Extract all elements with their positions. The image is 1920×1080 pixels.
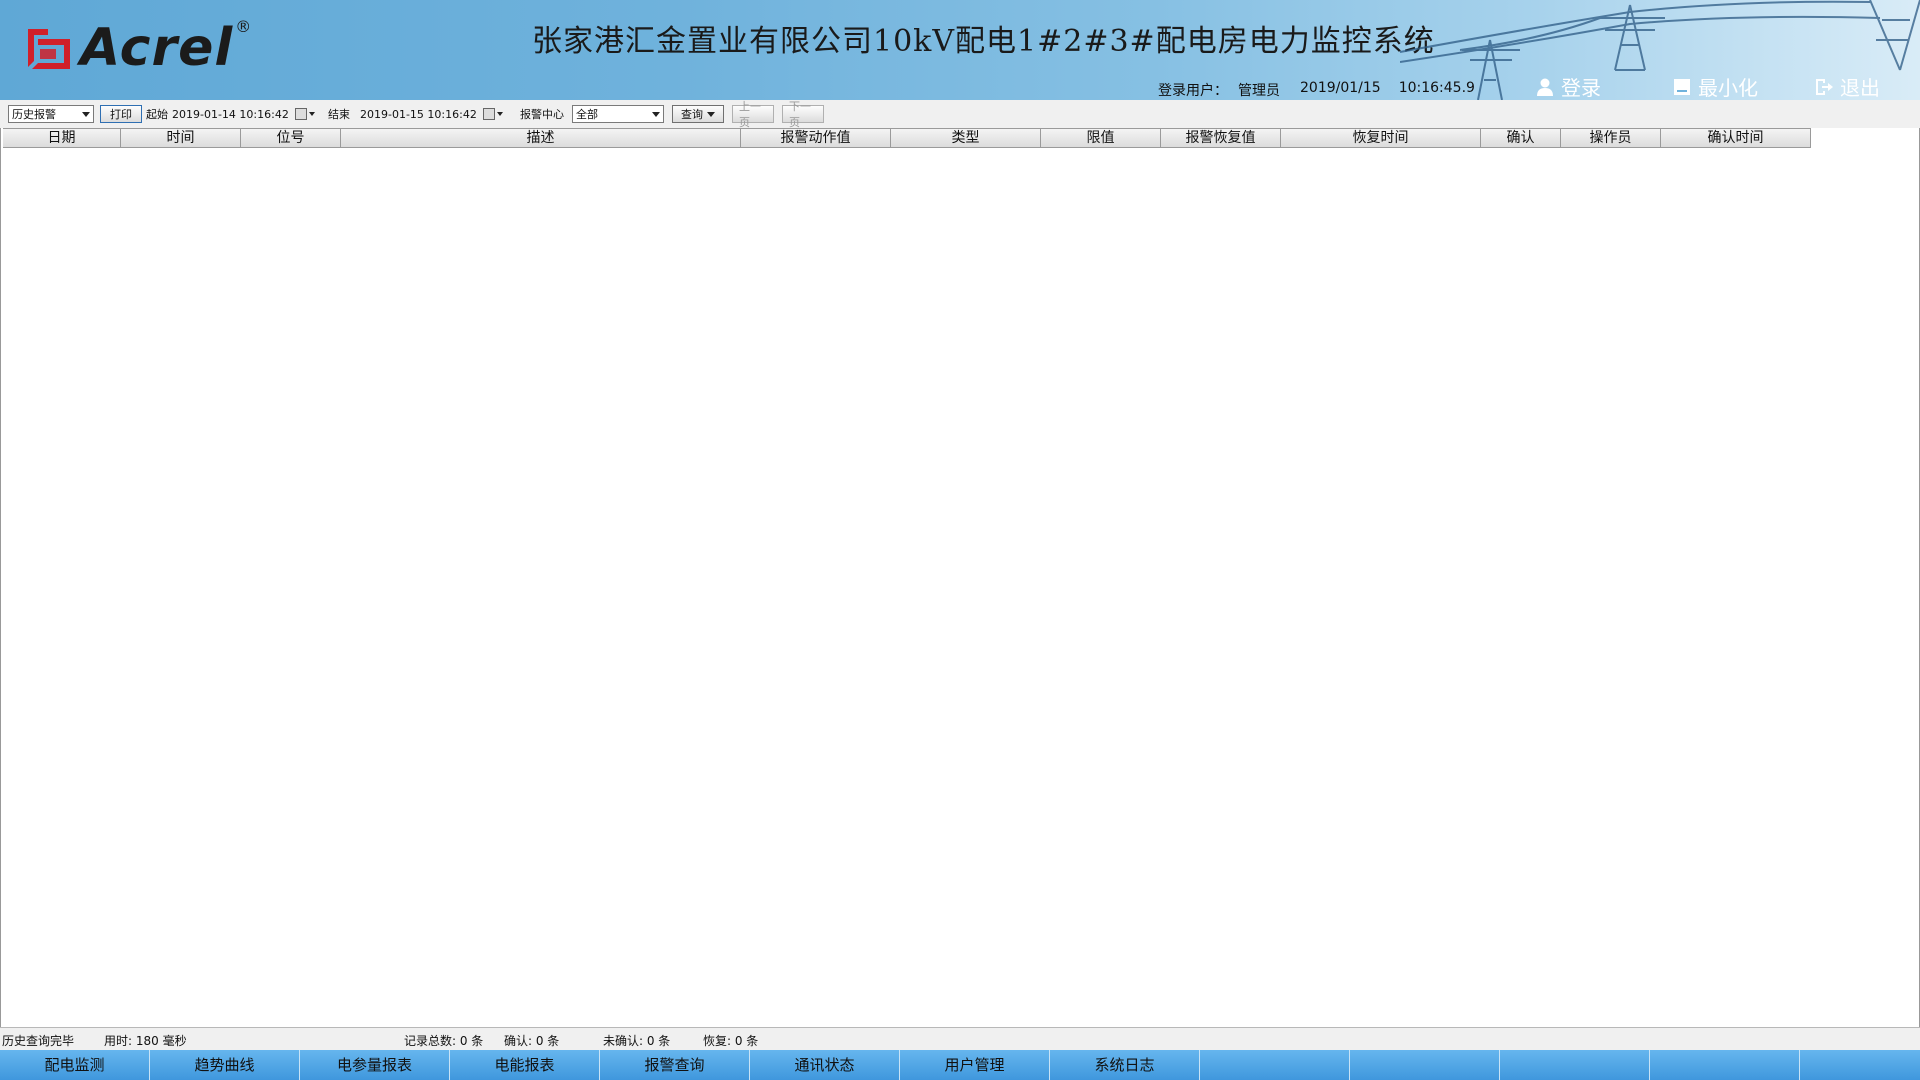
chevron-down-icon [82, 111, 90, 117]
minimize-label: 最小化 [1698, 76, 1758, 100]
nav-item-empty[interactable] [1650, 1050, 1800, 1080]
end-label: 结束 [328, 108, 350, 121]
user-label: 登录用户： [1158, 83, 1228, 99]
column-header-description[interactable]: 描述 [341, 128, 741, 148]
column-header-limit[interactable]: 限值 [1041, 128, 1161, 148]
column-header-operator[interactable]: 操作员 [1561, 128, 1661, 148]
user-name: 管理员 [1238, 83, 1280, 99]
chevron-down-icon[interactable] [707, 111, 715, 117]
nav-item-comm-status[interactable]: 通讯状态 [750, 1050, 900, 1080]
status-total: 记录总数: 0 条 [404, 1034, 484, 1048]
table-header: 日期 时间 位号 描述 报警动作值 类型 限值 报警恢复值 恢复时间 确认 操作… [3, 128, 1811, 148]
query-label: 查询 [681, 108, 703, 121]
exit-button[interactable]: 退出 [1814, 72, 1880, 100]
status-message: 历史查询完毕 [2, 1034, 75, 1048]
column-header-recovery-time[interactable]: 恢复时间 [1281, 128, 1481, 148]
login-label: 登录 [1561, 76, 1601, 100]
nav-item-empty[interactable] [1800, 1050, 1830, 1080]
nav-item-alarm-query[interactable]: 报警查询 [600, 1050, 750, 1080]
alarm-center-label: 报警中心 [520, 108, 564, 121]
login-button[interactable]: 登录 [1535, 72, 1601, 100]
status-recovered: 恢复: 0 条 [703, 1034, 759, 1048]
column-header-confirm[interactable]: 确认 [1481, 128, 1561, 148]
acrel-logo: Acrel ® [26, 16, 252, 78]
minimize-button[interactable]: 最小化 [1672, 72, 1758, 100]
mode-select[interactable]: 历史报警 [8, 105, 94, 123]
nav-item-user-management[interactable]: 用户管理 [900, 1050, 1050, 1080]
nav-item-system-log[interactable]: 系统日志 [1050, 1050, 1200, 1080]
user-icon [1537, 78, 1553, 96]
current-date: 2019/01/15 [1300, 80, 1381, 96]
acrel-logo-icon [26, 25, 74, 71]
alarm-table[interactable]: 日期 时间 位号 描述 报警动作值 类型 限值 报警恢复值 恢复时间 确认 操作… [0, 128, 1920, 1027]
prev-page-button[interactable]: 上一页 [732, 100, 774, 129]
query-toolbar: 历史报警 打印 起始 2019-01-14 10:16:42 结束 2019-0… [0, 100, 1920, 129]
calendar-icon[interactable] [294, 108, 307, 120]
logo-text: Acrel [80, 18, 234, 78]
print-button[interactable]: 打印 [100, 105, 142, 123]
end-datetime-field[interactable]: 2019-01-15 10:16:42 [360, 105, 512, 123]
status-confirmed: 确认: 0 条 [504, 1034, 560, 1048]
status-unconfirmed: 未确认: 0 条 [603, 1034, 671, 1048]
alarm-center-value: 全部 [576, 108, 598, 121]
status-elapsed: 用时: 180 毫秒 [104, 1034, 187, 1048]
nav-item-empty[interactable] [1200, 1050, 1350, 1080]
exit-icon [1816, 78, 1833, 95]
bottom-nav: 配电监测 趋势曲线 电参量报表 电能报表 报警查询 通讯状态 用户管理 系统日志 [0, 1050, 1920, 1080]
exit-label: 退出 [1840, 76, 1880, 100]
column-header-confirm-time[interactable]: 确认时间 [1661, 128, 1811, 148]
chevron-down-icon [496, 112, 503, 116]
start-label: 起始 [146, 108, 168, 121]
nav-item-empty[interactable] [1500, 1050, 1650, 1080]
alarm-center-select[interactable]: 全部 [572, 105, 664, 123]
mode-select-value: 历史报警 [12, 108, 56, 121]
column-header-date[interactable]: 日期 [3, 128, 121, 148]
calendar-icon[interactable] [482, 108, 495, 120]
end-datetime-value: 2019-01-15 10:16:42 [360, 107, 477, 121]
nav-item-power-monitoring[interactable]: 配电监测 [0, 1050, 150, 1080]
column-header-type[interactable]: 类型 [891, 128, 1041, 148]
page-title: 张家港汇金置业有限公司10kV配电1#2#3#配电房电力监控系统 [532, 24, 1435, 59]
registered-mark: ® [235, 16, 252, 36]
nav-item-empty[interactable] [1350, 1050, 1500, 1080]
user-info: 登录用户： 管理员 2019/01/15 10:16:45.9 [1158, 80, 1475, 100]
query-button[interactable]: 查询 [672, 105, 724, 123]
minimize-icon [1674, 78, 1690, 95]
app-header: Acrel ® 张家港汇金置业有限公司10kV配电1#2#3#配电房电力监控系统… [0, 0, 1920, 100]
current-time: 10:16:45.9 [1398, 80, 1475, 96]
nav-item-energy-report[interactable]: 电能报表 [450, 1050, 600, 1080]
nav-item-parameter-report[interactable]: 电参量报表 [300, 1050, 450, 1080]
column-header-time[interactable]: 时间 [121, 128, 241, 148]
start-datetime-field[interactable]: 2019-01-14 10:16:42 [172, 105, 320, 123]
next-page-button[interactable]: 下一页 [782, 100, 824, 129]
status-bar: 历史查询完毕 用时: 180 毫秒 记录总数: 0 条 确认: 0 条 未确认:… [0, 1027, 1920, 1050]
start-datetime-value: 2019-01-14 10:16:42 [172, 107, 289, 121]
column-header-recovery-value[interactable]: 报警恢复值 [1161, 128, 1281, 148]
column-header-alarm-value[interactable]: 报警动作值 [741, 128, 891, 148]
nav-item-trend-curve[interactable]: 趋势曲线 [150, 1050, 300, 1080]
column-header-tag[interactable]: 位号 [241, 128, 341, 148]
chevron-down-icon [308, 112, 315, 116]
chevron-down-icon [652, 111, 660, 117]
